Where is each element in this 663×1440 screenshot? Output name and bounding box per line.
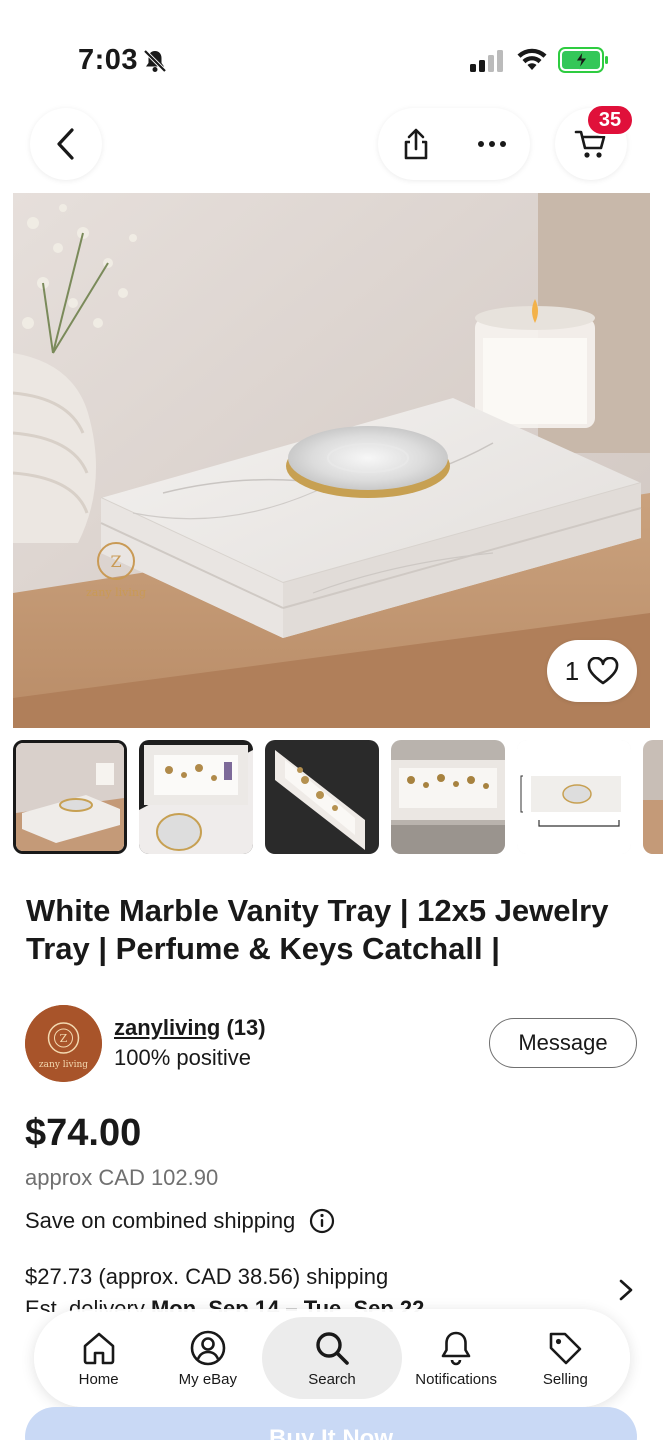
search-icon [316, 1331, 349, 1365]
seller-name-line: zanyliving (13) [114, 1015, 266, 1041]
info-icon[interactable] [309, 1208, 335, 1234]
combined-shipping-label: Save on combined shipping [25, 1208, 296, 1233]
seller-avatar[interactable]: Z zany living [25, 1005, 102, 1082]
buy-it-now-button[interactable]: Buy It Now [25, 1407, 637, 1440]
thumbnail-5[interactable] [517, 740, 631, 854]
tab-search[interactable]: Search [262, 1317, 402, 1399]
share-icon[interactable] [401, 127, 431, 161]
tab-my-ebay[interactable]: My eBay [153, 1317, 262, 1399]
tab-home-label: Home [78, 1370, 119, 1388]
seller-feedback-count: (13) [226, 1015, 266, 1040]
thumbnail-6[interactable] [643, 740, 663, 854]
price: $74.00 [25, 1112, 142, 1154]
chevron-left-icon [57, 128, 74, 160]
status-time: 7:03 [78, 44, 139, 76]
tab-selling-label: Selling [542, 1370, 588, 1388]
shipping-cost[interactable]: $27.73 (approx. CAD 38.56) shipping [25, 1264, 388, 1290]
cart-count-badge: 35 [586, 104, 634, 136]
back-button[interactable] [30, 108, 102, 180]
tab-my-ebay-label: My eBay [178, 1370, 238, 1388]
listing-title: White Marble Vanity Tray | 12x5 Jewelry … [26, 893, 609, 966]
status-bar: 7:03 [0, 0, 663, 100]
thumbnail-1[interactable] [13, 740, 127, 854]
chevron-right-icon[interactable] [615, 1278, 637, 1302]
svg-text:Z: Z [60, 1032, 68, 1045]
seller-positive: 100% positive [114, 1045, 251, 1070]
combined-shipping: Save on combined shipping [25, 1208, 335, 1234]
user-icon [190, 1330, 226, 1365]
cellular-signal-icon [470, 50, 503, 72]
thumbnail-3[interactable] [265, 740, 379, 854]
product-hero-image[interactable]: Z zany living [13, 193, 650, 728]
avatar-text: zany living [39, 1060, 88, 1070]
tab-home[interactable]: Home [44, 1317, 153, 1399]
more-icon[interactable] [477, 140, 507, 148]
thumbnail-4[interactable] [391, 740, 505, 854]
hero-watermark: zany living [86, 586, 146, 599]
tag-icon [550, 1332, 582, 1364]
home-icon [83, 1332, 114, 1364]
thumbnail-2[interactable] [139, 740, 253, 854]
seller-name-link[interactable]: zanyliving [114, 1015, 220, 1040]
tab-selling[interactable]: Selling [511, 1317, 620, 1399]
approx-price: approx CAD 102.90 [25, 1165, 219, 1190]
bell-off-icon [143, 49, 167, 73]
favorite-count: 1 [564, 655, 580, 686]
share-more-group [378, 108, 530, 180]
svg-text:Z: Z [110, 552, 121, 571]
tab-notifications-label: Notifications [415, 1370, 497, 1388]
tab-search-label: Search [308, 1370, 356, 1388]
bell-icon [441, 1331, 471, 1365]
bottom-tab-bar: Home My eBay Search Notifications Sellin… [34, 1309, 630, 1407]
favorite-button[interactable]: 1 [547, 640, 637, 702]
battery-charging-icon [558, 47, 608, 73]
message-button[interactable]: Message [489, 1018, 637, 1068]
heart-icon [587, 657, 619, 685]
tab-notifications[interactable]: Notifications [402, 1317, 511, 1399]
wifi-icon [517, 48, 547, 70]
thumbnail-strip [13, 740, 663, 855]
